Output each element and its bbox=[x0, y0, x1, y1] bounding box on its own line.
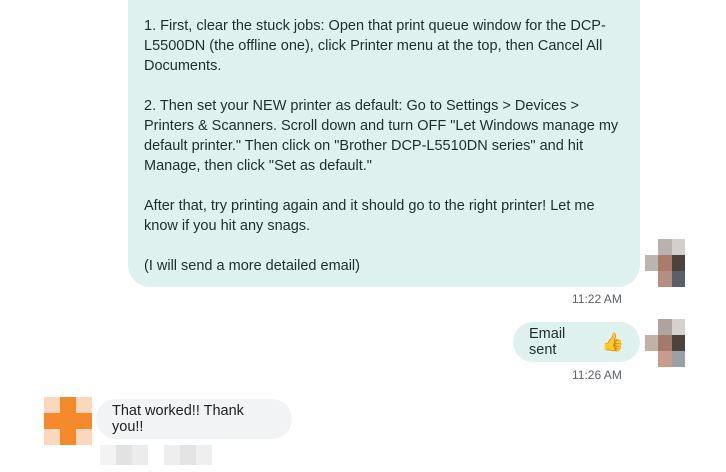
outgoing-message-long[interactable]: 1. First, clear the stuck jobs: Open tha… bbox=[128, 0, 640, 287]
message-paragraph: (I will send a more detailed email) bbox=[144, 258, 360, 274]
message-paragraph: After that, try printing again and it sh… bbox=[144, 198, 595, 234]
outgoing-message-short[interactable]: Email sent 👍 bbox=[513, 322, 640, 362]
message-paragraph: 1. First, clear the stuck jobs: Open tha… bbox=[144, 18, 606, 74]
sender-avatar[interactable] bbox=[645, 319, 685, 367]
message-timestamp: 11:22 AM bbox=[572, 292, 622, 306]
message-paragraph: 2. Then set your NEW printer as default:… bbox=[144, 98, 619, 174]
message-text: Email sent bbox=[529, 326, 566, 358]
thumbs-up-icon: 👍 bbox=[601, 332, 624, 352]
contact-avatar[interactable] bbox=[44, 397, 92, 445]
incoming-message[interactable]: That worked!! Thank you!! bbox=[96, 399, 292, 439]
message-text: That worked!! Thank you!! bbox=[112, 403, 244, 435]
message-timestamp: 11:26 AM bbox=[572, 368, 622, 382]
sender-avatar[interactable] bbox=[645, 239, 685, 287]
chat-conversation: 1. First, clear the stuck jobs: Open tha… bbox=[0, 0, 726, 472]
contact-name-redacted bbox=[100, 445, 212, 465]
